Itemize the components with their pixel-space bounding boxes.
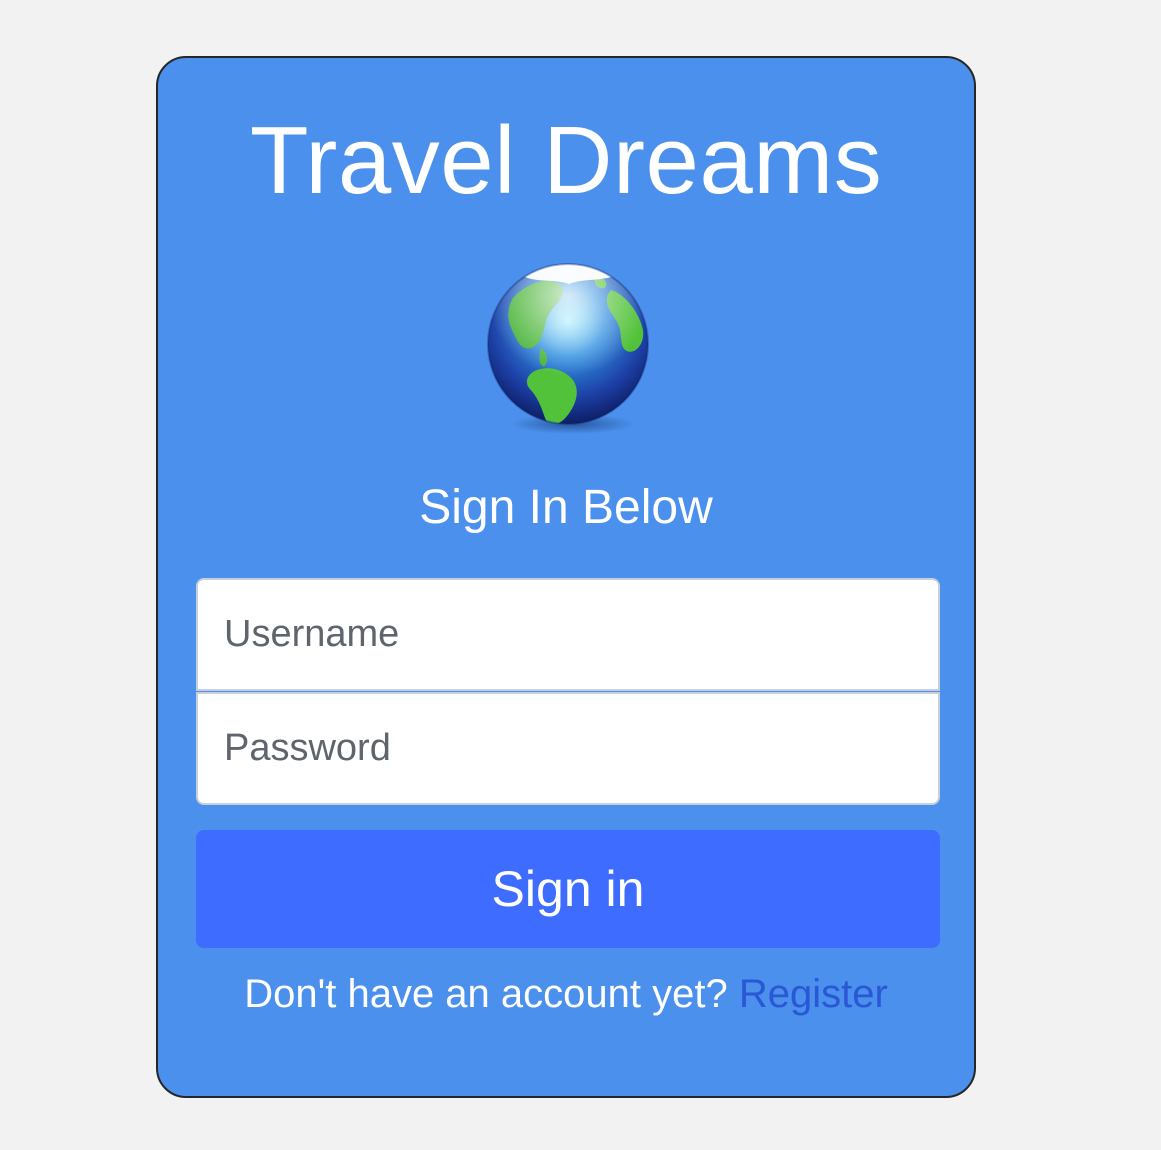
login-card: Travel Dreams Sign In Below Username Sig… xyxy=(156,56,976,1098)
register-link[interactable]: Register xyxy=(739,972,888,1016)
username-input[interactable] xyxy=(196,578,940,691)
register-prompt-text: Don't have an account yet? xyxy=(244,972,728,1016)
register-prompt: Don't have an account yet? Register xyxy=(158,966,974,1022)
sign-in-button[interactable]: Sign in xyxy=(196,830,940,948)
sign-in-heading: Sign In Below xyxy=(419,481,713,534)
globe-icon xyxy=(487,263,649,434)
app-title: Travel Dreams xyxy=(249,107,883,214)
password-input[interactable] xyxy=(196,692,940,805)
